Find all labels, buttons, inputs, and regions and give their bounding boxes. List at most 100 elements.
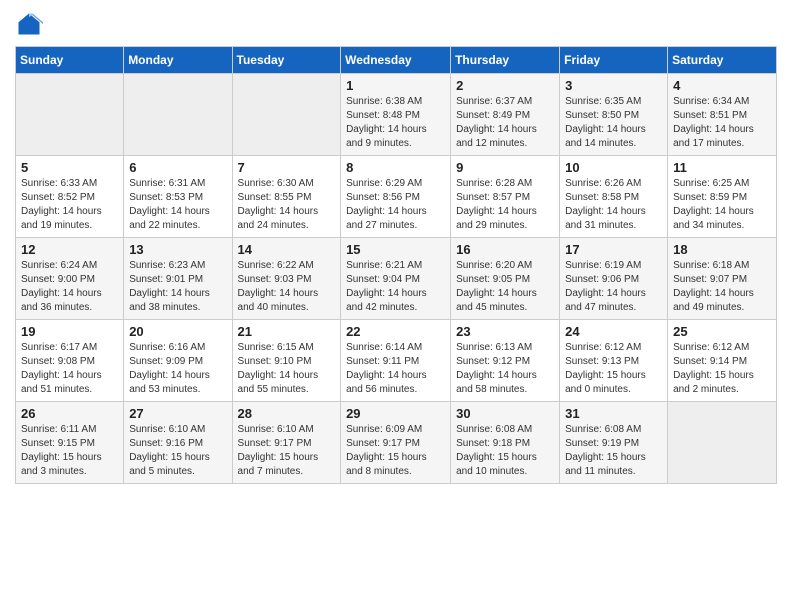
day-info: Sunrise: 6:16 AM Sunset: 9:09 PM Dayligh… (129, 341, 226, 397)
calendar-week-row: 1 Sunrise: 6:38 AM Sunset: 8:48 PM Daylig… (16, 74, 777, 156)
calendar-week-row: 5 Sunrise: 6:33 AM Sunset: 8:52 PM Daylig… (16, 156, 777, 238)
day-number: 30 (456, 406, 554, 421)
calendar-cell: 1 Sunrise: 6:38 AM Sunset: 8:48 PM Daylig… (341, 74, 451, 156)
day-info: Sunrise: 6:19 AM Sunset: 9:06 PM Dayligh… (565, 259, 662, 315)
day-number: 9 (456, 160, 554, 175)
day-info: Sunrise: 6:11 AM Sunset: 9:15 PM Dayligh… (21, 423, 118, 479)
calendar-cell: 24 Sunrise: 6:12 AM Sunset: 9:13 PM Dayli… (560, 320, 668, 402)
day-number: 28 (238, 406, 336, 421)
day-number: 24 (565, 324, 662, 339)
calendar-cell: 13 Sunrise: 6:23 AM Sunset: 9:01 PM Dayli… (124, 238, 232, 320)
day-info: Sunrise: 6:23 AM Sunset: 9:01 PM Dayligh… (129, 259, 226, 315)
day-number: 17 (565, 242, 662, 257)
calendar-cell: 16 Sunrise: 6:20 AM Sunset: 9:05 PM Dayli… (451, 238, 560, 320)
day-number: 22 (346, 324, 445, 339)
calendar-cell: 21 Sunrise: 6:15 AM Sunset: 9:10 PM Dayli… (232, 320, 341, 402)
day-info: Sunrise: 6:38 AM Sunset: 8:48 PM Dayligh… (346, 95, 445, 151)
calendar-cell (232, 74, 341, 156)
day-number: 23 (456, 324, 554, 339)
day-info: Sunrise: 6:12 AM Sunset: 9:14 PM Dayligh… (673, 341, 771, 397)
day-info: Sunrise: 6:37 AM Sunset: 8:49 PM Dayligh… (456, 95, 554, 151)
day-header-wednesday: Wednesday (341, 47, 451, 74)
calendar-week-row: 26 Sunrise: 6:11 AM Sunset: 9:15 PM Dayli… (16, 402, 777, 484)
day-info: Sunrise: 6:08 AM Sunset: 9:18 PM Dayligh… (456, 423, 554, 479)
calendar-week-row: 12 Sunrise: 6:24 AM Sunset: 9:00 PM Dayli… (16, 238, 777, 320)
day-number: 26 (21, 406, 118, 421)
day-info: Sunrise: 6:25 AM Sunset: 8:59 PM Dayligh… (673, 177, 771, 233)
day-number: 18 (673, 242, 771, 257)
day-number: 2 (456, 78, 554, 93)
day-info: Sunrise: 6:26 AM Sunset: 8:58 PM Dayligh… (565, 177, 662, 233)
day-number: 20 (129, 324, 226, 339)
day-info: Sunrise: 6:14 AM Sunset: 9:11 PM Dayligh… (346, 341, 445, 397)
calendar-cell: 10 Sunrise: 6:26 AM Sunset: 8:58 PM Dayli… (560, 156, 668, 238)
day-number: 25 (673, 324, 771, 339)
calendar: SundayMondayTuesdayWednesdayThursdayFrid… (15, 46, 777, 484)
day-number: 8 (346, 160, 445, 175)
day-number: 29 (346, 406, 445, 421)
calendar-cell: 3 Sunrise: 6:35 AM Sunset: 8:50 PM Daylig… (560, 74, 668, 156)
calendar-header-row: SundayMondayTuesdayWednesdayThursdayFrid… (16, 47, 777, 74)
calendar-cell: 26 Sunrise: 6:11 AM Sunset: 9:15 PM Dayli… (16, 402, 124, 484)
page: SundayMondayTuesdayWednesdayThursdayFrid… (0, 0, 792, 499)
day-number: 12 (21, 242, 118, 257)
day-info: Sunrise: 6:22 AM Sunset: 9:03 PM Dayligh… (238, 259, 336, 315)
day-number: 13 (129, 242, 226, 257)
calendar-cell: 9 Sunrise: 6:28 AM Sunset: 8:57 PM Daylig… (451, 156, 560, 238)
day-info: Sunrise: 6:15 AM Sunset: 9:10 PM Dayligh… (238, 341, 336, 397)
calendar-cell: 25 Sunrise: 6:12 AM Sunset: 9:14 PM Dayli… (668, 320, 777, 402)
day-number: 16 (456, 242, 554, 257)
day-info: Sunrise: 6:24 AM Sunset: 9:00 PM Dayligh… (21, 259, 118, 315)
day-number: 1 (346, 78, 445, 93)
calendar-cell: 27Sunrise: 6:10 AM Sunset: 9:16 PM Dayli… (124, 402, 232, 484)
logo (15, 10, 47, 38)
day-info: Sunrise: 6:30 AM Sunset: 8:55 PM Dayligh… (238, 177, 336, 233)
calendar-cell: 30 Sunrise: 6:08 AM Sunset: 9:18 PM Dayli… (451, 402, 560, 484)
day-number: 19 (21, 324, 118, 339)
day-header-friday: Friday (560, 47, 668, 74)
day-header-saturday: Saturday (668, 47, 777, 74)
logo-icon (15, 10, 43, 38)
calendar-cell: 19Sunrise: 6:17 AM Sunset: 9:08 PM Dayli… (16, 320, 124, 402)
day-number: 3 (565, 78, 662, 93)
day-info: Sunrise: 6:10 AM Sunset: 9:16 PM Dayligh… (129, 423, 226, 479)
header (15, 10, 777, 38)
calendar-cell: 11Sunrise: 6:25 AM Sunset: 8:59 PM Dayli… (668, 156, 777, 238)
day-number: 14 (238, 242, 336, 257)
calendar-cell: 4Sunrise: 6:34 AM Sunset: 8:51 PM Daylig… (668, 74, 777, 156)
calendar-cell (16, 74, 124, 156)
calendar-cell: 17 Sunrise: 6:19 AM Sunset: 9:06 PM Dayli… (560, 238, 668, 320)
calendar-cell: 12 Sunrise: 6:24 AM Sunset: 9:00 PM Dayli… (16, 238, 124, 320)
calendar-cell (668, 402, 777, 484)
day-info: Sunrise: 6:09 AM Sunset: 9:17 PM Dayligh… (346, 423, 445, 479)
day-number: 5 (21, 160, 118, 175)
day-info: Sunrise: 6:10 AM Sunset: 9:17 PM Dayligh… (238, 423, 336, 479)
calendar-cell: 5 Sunrise: 6:33 AM Sunset: 8:52 PM Daylig… (16, 156, 124, 238)
day-number: 4 (673, 78, 771, 93)
day-info: Sunrise: 6:29 AM Sunset: 8:56 PM Dayligh… (346, 177, 445, 233)
calendar-cell: 29 Sunrise: 6:09 AM Sunset: 9:17 PM Dayli… (341, 402, 451, 484)
day-info: Sunrise: 6:20 AM Sunset: 9:05 PM Dayligh… (456, 259, 554, 315)
calendar-cell: 31Sunrise: 6:08 AM Sunset: 9:19 PM Dayli… (560, 402, 668, 484)
day-info: Sunrise: 6:33 AM Sunset: 8:52 PM Dayligh… (21, 177, 118, 233)
day-info: Sunrise: 6:35 AM Sunset: 8:50 PM Dayligh… (565, 95, 662, 151)
day-header-thursday: Thursday (451, 47, 560, 74)
day-info: Sunrise: 6:18 AM Sunset: 9:07 PM Dayligh… (673, 259, 771, 315)
day-header-monday: Monday (124, 47, 232, 74)
calendar-week-row: 19Sunrise: 6:17 AM Sunset: 9:08 PM Dayli… (16, 320, 777, 402)
day-info: Sunrise: 6:28 AM Sunset: 8:57 PM Dayligh… (456, 177, 554, 233)
calendar-cell: 22 Sunrise: 6:14 AM Sunset: 9:11 PM Dayli… (341, 320, 451, 402)
calendar-cell: 23 Sunrise: 6:13 AM Sunset: 9:12 PM Dayli… (451, 320, 560, 402)
calendar-cell: 28 Sunrise: 6:10 AM Sunset: 9:17 PM Dayli… (232, 402, 341, 484)
day-number: 15 (346, 242, 445, 257)
day-number: 6 (129, 160, 226, 175)
day-number: 31 (565, 406, 662, 421)
calendar-cell: 6Sunrise: 6:31 AM Sunset: 8:53 PM Daylig… (124, 156, 232, 238)
calendar-cell: 7 Sunrise: 6:30 AM Sunset: 8:55 PM Daylig… (232, 156, 341, 238)
day-number: 7 (238, 160, 336, 175)
day-info: Sunrise: 6:13 AM Sunset: 9:12 PM Dayligh… (456, 341, 554, 397)
day-info: Sunrise: 6:12 AM Sunset: 9:13 PM Dayligh… (565, 341, 662, 397)
day-number: 21 (238, 324, 336, 339)
day-number: 10 (565, 160, 662, 175)
calendar-cell: 15Sunrise: 6:21 AM Sunset: 9:04 PM Dayli… (341, 238, 451, 320)
